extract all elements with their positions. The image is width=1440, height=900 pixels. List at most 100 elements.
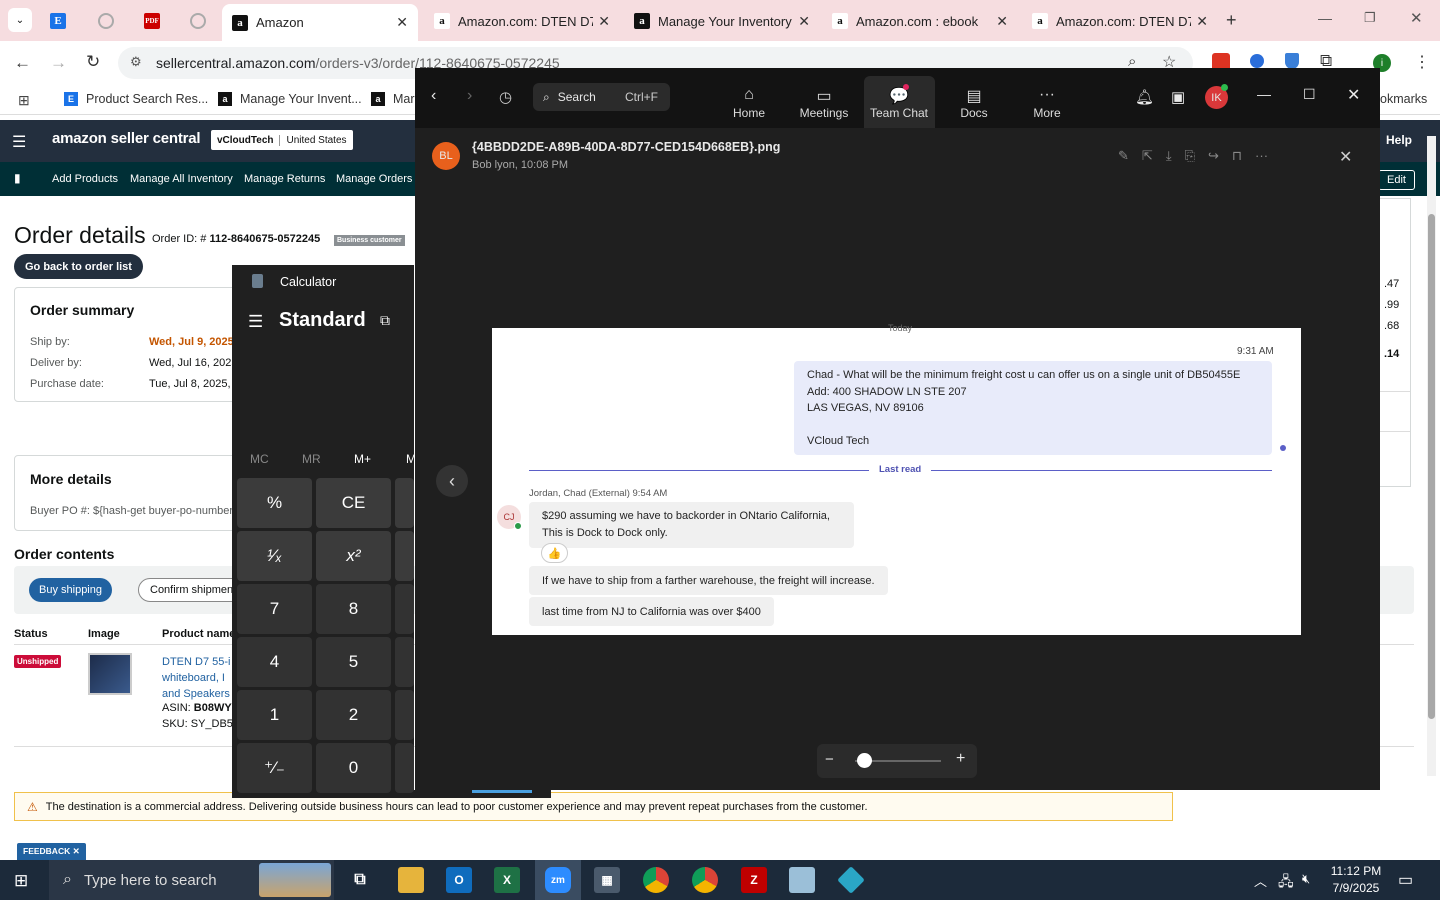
key-5[interactable]: 5 <box>316 637 391 687</box>
excel-icon[interactable]: X <box>494 867 520 893</box>
page-scrollbar[interactable] <box>1427 136 1436 776</box>
memory-subtract-button[interactable]: M <box>406 452 414 466</box>
tab-amazon-dten[interactable]: a Amazon.com: DTEN D7 5 ✕ <box>424 6 620 36</box>
menu-kebab-icon[interactable]: ⋮ <box>1414 52 1430 72</box>
tab-manage-inventory[interactable]: a Manage Your Inventory ✕ <box>624 6 820 36</box>
zoom-nav-more[interactable]: ··· More <box>1012 86 1082 120</box>
forward-icon[interactable]: → <box>50 53 67 73</box>
memory-add-button[interactable]: M+ <box>354 452 371 466</box>
key-partial[interactable] <box>395 478 414 528</box>
zoom-out-icon[interactable]: − <box>825 751 834 768</box>
extension-icon[interactable] <box>1250 54 1264 68</box>
bookmark-icon[interactable]: ⊓ <box>1232 148 1242 164</box>
key-partial[interactable] <box>395 690 414 740</box>
product-image[interactable] <box>88 653 132 695</box>
share-icon[interactable]: ↪ <box>1208 148 1219 164</box>
key-partial[interactable] <box>395 743 414 793</box>
feedback-tab[interactable]: FEEDBACK ✕ <box>17 843 86 860</box>
close-icon[interactable]: ✕ <box>996 13 1008 30</box>
nav-add-products[interactable]: Add Products <box>52 173 118 185</box>
bookmark-nav-icon[interactable]: ▮ <box>14 171 21 185</box>
memory-recall-button[interactable]: MR <box>302 452 321 466</box>
zoom-in-icon[interactable]: + <box>956 750 965 768</box>
memory-clear-button[interactable]: MC <box>250 452 269 466</box>
key-8[interactable]: 8 <box>316 584 391 634</box>
download-icon[interactable]: ⤓ <box>1166 148 1172 164</box>
calculator-app-icon[interactable]: ▦ <box>594 867 620 893</box>
key-partial[interactable] <box>395 531 414 581</box>
key-7[interactable]: 7 <box>237 584 312 634</box>
new-tab-icon[interactable]: + <box>1226 10 1237 31</box>
hamburger-menu-icon[interactable]: ☰ <box>12 132 26 152</box>
windows-start-icon[interactable]: ⊞ <box>14 871 28 891</box>
volume-muted-icon[interactable]: 🔇︎ <box>1302 871 1310 887</box>
key-clear-entry[interactable]: CE <box>316 478 391 528</box>
history-icon[interactable]: ◷ <box>499 88 512 106</box>
scrollbar-thumb[interactable] <box>1428 214 1435 719</box>
filezilla-icon[interactable]: Z <box>741 867 767 893</box>
site-info-icon[interactable]: ⚙ <box>130 54 142 70</box>
key-4[interactable]: 4 <box>237 637 312 687</box>
zoom-nav-meetings[interactable]: ▭ Meetings <box>789 86 859 120</box>
tab-ec[interactable]: E <box>40 6 80 36</box>
shield-extension-icon[interactable] <box>1285 53 1299 69</box>
key-square[interactable]: x² <box>316 531 391 581</box>
all-bookmarks[interactable]: okmarks <box>1380 92 1427 106</box>
zoom-taskbar-active[interactable]: zm <box>535 860 581 900</box>
key-2[interactable]: 2 <box>316 690 391 740</box>
zoom-maximize-icon[interactable]: ☐ <box>1303 86 1316 103</box>
tab-amazon-active[interactable]: a Amazon ✕ <box>222 4 418 41</box>
calculator-menu-icon[interactable]: ☰ <box>248 312 263 332</box>
back-to-order-list-button[interactable]: Go back to order list <box>14 254 143 279</box>
edit-icon[interactable]: ✎ <box>1118 148 1129 164</box>
zoom-nav-home[interactable]: ⌂ Home <box>714 86 784 120</box>
zoom-nav-docs[interactable]: ▤ Docs <box>939 86 1009 120</box>
nav-manage-orders[interactable]: Manage Orders <box>336 173 412 185</box>
previous-image-button[interactable]: ‹ <box>436 465 468 497</box>
key-partial[interactable] <box>395 584 414 634</box>
nav-manage-inventory[interactable]: Manage All Inventory <box>130 173 233 185</box>
keep-on-top-icon[interactable]: ⧉ <box>380 312 390 329</box>
key-negate[interactable]: ⁺⁄₋ <box>237 743 312 793</box>
bell-icon[interactable]: 🔔︎ <box>1135 88 1154 106</box>
diamond-app-icon[interactable] <box>837 866 865 894</box>
help-link[interactable]: Help <box>1386 133 1412 147</box>
file-explorer-icon[interactable] <box>398 867 424 893</box>
notifications-icon[interactable]: ▭ <box>1398 870 1413 890</box>
zoom-minimize-icon[interactable]: — <box>1257 86 1271 102</box>
close-icon[interactable]: ✕ <box>798 13 810 30</box>
close-icon[interactable]: ✕ <box>1196 13 1208 30</box>
taskbar-search-field[interactable]: ⌕ Type here to search <box>49 860 334 900</box>
bookmark-product-search[interactable]: E Product Search Res... <box>64 92 208 106</box>
back-icon[interactable]: ← <box>14 53 31 73</box>
zoom-nav-team-chat[interactable]: 💬 Team Chat <box>864 86 934 120</box>
zoom-close-icon[interactable]: ✕ <box>1347 85 1360 105</box>
key-partial[interactable] <box>395 637 414 687</box>
close-icon[interactable]: ✕ <box>396 14 408 31</box>
restore-icon[interactable]: ❐ <box>1364 10 1376 26</box>
chrome-profile-icon[interactable] <box>692 867 718 893</box>
copy-icon[interactable]: ⎘ <box>1185 148 1195 164</box>
zoom-forward-icon[interactable]: › <box>467 87 472 105</box>
more-options-icon[interactable]: ··· <box>1255 148 1268 164</box>
zoom-search-field[interactable]: ⌕ Search Ctrl+F <box>533 83 670 111</box>
tab-globe-2[interactable] <box>180 6 220 36</box>
edit-nav-button[interactable]: Edit <box>1378 170 1415 190</box>
open-external-icon[interactable]: ⇱ <box>1142 148 1153 164</box>
zoom-back-icon[interactable]: ‹ <box>431 87 436 105</box>
tray-chevron-icon[interactable]: ︿ <box>1254 871 1267 890</box>
tab-globe-1[interactable] <box>88 6 128 36</box>
outlook-icon[interactable]: O <box>446 867 472 893</box>
calendar-icon[interactable]: ▣ <box>1171 88 1185 106</box>
clock[interactable]: 11:12 PM 7/9/2025 <box>1322 863 1390 897</box>
chrome-icon[interactable] <box>643 867 669 893</box>
close-viewer-icon[interactable]: ✕ <box>1339 147 1352 167</box>
close-window-icon[interactable]: ✕ <box>1410 9 1423 27</box>
nav-manage-returns[interactable]: Manage Returns <box>244 173 325 185</box>
network-icon[interactable]: 🖧︎ <box>1278 871 1294 895</box>
tab-ebook[interactable]: a Amazon.com : ebook ✕ <box>822 6 1018 36</box>
task-view-icon[interactable]: ⧉ <box>347 867 373 893</box>
app-icon[interactable] <box>789 867 815 893</box>
bookmark-mar[interactable]: a Mar <box>371 92 415 106</box>
tab-amazon-dten-2[interactable]: a Amazon.com: DTEN D7 5 ✕ <box>1022 6 1218 36</box>
